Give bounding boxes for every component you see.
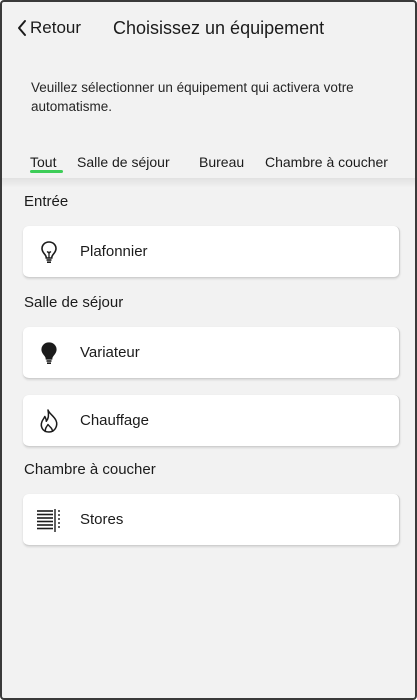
app-screen: Retour Choisissez un équipement Veuillez… (0, 0, 417, 700)
section-header-entree: Entrée (24, 193, 69, 210)
device-card-stores[interactable]: Stores (23, 494, 400, 546)
back-label: Retour (30, 18, 82, 37)
device-label: Plafonnier (80, 243, 148, 260)
tab-tout[interactable]: Tout (30, 154, 56, 170)
section-header-chambre-a-coucher: Chambre à coucher (24, 461, 156, 478)
tab-bureau[interactable]: Bureau (199, 154, 244, 170)
chevron-left-icon (16, 18, 28, 38)
device-label: Variateur (80, 344, 140, 361)
room-tabs: Tout Salle de séjour Bureau Chambre à co… (2, 154, 415, 178)
device-card-variateur[interactable]: Variateur (23, 327, 400, 379)
device-label: Chauffage (80, 412, 149, 429)
lightbulb-outline-icon (34, 237, 64, 267)
device-card-plafonnier[interactable]: Plafonnier (23, 226, 400, 278)
section-header-salle-de-sejour: Salle de séjour (24, 294, 124, 311)
header: Retour Choisissez un équipement (2, 2, 415, 60)
active-tab-indicator (30, 170, 63, 173)
tabs-divider (2, 178, 415, 188)
blinds-icon (34, 505, 64, 535)
device-card-chauffage[interactable]: Chauffage (23, 395, 400, 447)
tab-salle-de-sejour[interactable]: Salle de séjour (77, 154, 170, 170)
device-label: Stores (80, 511, 124, 528)
instruction-text: Veuillez sélectionner un équipement qui … (31, 80, 354, 114)
tab-chambre-a-coucher[interactable]: Chambre à coucher (265, 154, 388, 170)
back-button[interactable]: Retour (16, 18, 81, 38)
flame-icon (34, 406, 64, 436)
lightbulb-filled-icon (34, 338, 64, 368)
page-title: Choisissez un équipement (113, 18, 325, 38)
